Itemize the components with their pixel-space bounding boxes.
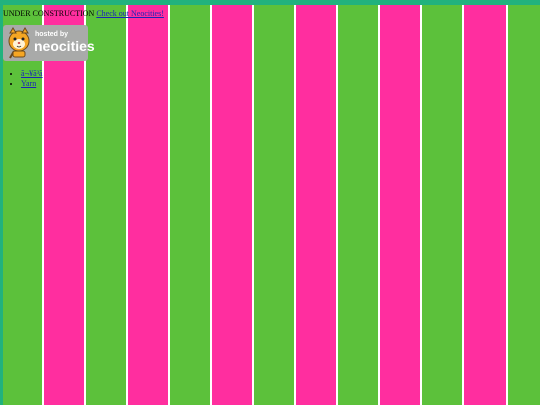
hosted-by-neocities-badge[interactable]: hosted by neocities: [3, 25, 95, 61]
badge-neocities-text: neocities: [34, 38, 95, 54]
link-item-yarn[interactable]: Yarn: [21, 79, 36, 88]
background-stripe: [378, 5, 420, 405]
header-banner: UNDER CONSTRUCTION Check out Neocities!: [3, 9, 164, 19]
link-item-1[interactable]: ã¬¥ã³ã: [21, 69, 43, 78]
background-stripe: [168, 5, 210, 405]
background-stripe: [462, 5, 506, 405]
background-stripe: [252, 5, 294, 405]
badge-hosted-by-text: hosted by: [35, 31, 69, 38]
background-stripe: [210, 5, 252, 405]
background-stripe: [336, 5, 378, 405]
page-content: UNDER CONSTRUCTION Check out Neocities! …: [3, 9, 164, 89]
neocities-cat-icon: [8, 27, 30, 59]
link-list: ã¬¥ã³ã Yarn: [3, 69, 164, 89]
under-construction-text: UNDER CONSTRUCTION: [3, 9, 95, 18]
list-item: Yarn: [21, 79, 164, 89]
background-stripe: [420, 5, 462, 405]
background-stripe: [506, 5, 540, 405]
list-item: ã¬¥ã³ã: [21, 69, 164, 79]
background-stripe: [294, 5, 336, 405]
neocities-link[interactable]: Check out Neocities!: [96, 9, 164, 18]
